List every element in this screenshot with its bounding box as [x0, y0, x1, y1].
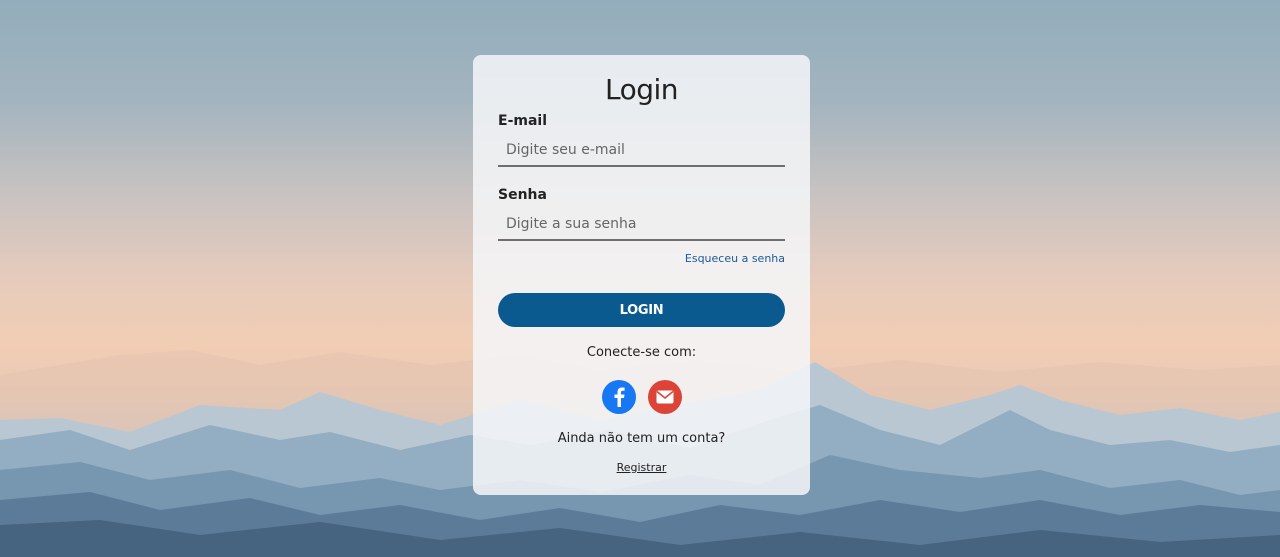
register-link[interactable]: Registrar — [617, 461, 667, 474]
register-container: Registrar — [473, 461, 810, 474]
mail-icon — [655, 390, 674, 404]
login-button[interactable]: LOGIN — [498, 293, 785, 327]
facebook-button[interactable] — [601, 380, 636, 414]
social-login-group — [473, 380, 810, 414]
email-label: E-mail — [498, 113, 548, 129]
connect-with-label: Conecte-se com: — [586, 345, 697, 360]
email-login-button[interactable] — [647, 380, 682, 414]
login-title: Login — [604, 73, 679, 106]
password-label: Senha — [498, 187, 547, 203]
login-card: Login E-mail Senha Esqueceu a senha LOGI… — [473, 55, 810, 495]
facebook-icon — [614, 387, 625, 407]
password-field[interactable] — [498, 209, 785, 241]
no-account-text: Ainda não tem um conta? — [557, 431, 726, 446]
forgot-password-link[interactable]: Esqueceu a senha — [685, 252, 785, 265]
email-field[interactable] — [498, 135, 785, 167]
